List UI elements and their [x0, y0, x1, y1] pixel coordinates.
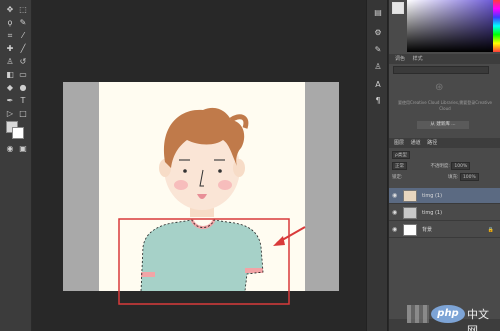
layers-panel-tabs: 图层 通道 路径	[389, 138, 500, 148]
tab-styles[interactable]: 样式	[413, 56, 423, 62]
gradient-tool-icon[interactable]: ▭	[17, 69, 29, 80]
healing-brush-tool-icon[interactable]: ✚	[4, 43, 16, 54]
color-swatch-icon[interactable]	[392, 2, 404, 14]
background-color-swatch[interactable]	[12, 127, 24, 139]
path-selection-tool-icon[interactable]: ▷	[4, 108, 16, 119]
layer-name: timg (1)	[422, 210, 443, 216]
brush-panel-icon[interactable]: ✎	[372, 45, 384, 55]
properties-panel-icon[interactable]: ⚙	[372, 28, 384, 38]
fill-input[interactable]: 100%	[459, 173, 479, 181]
creative-cloud-icon: ⊛	[435, 82, 444, 93]
tab-channels[interactable]: 通道	[411, 140, 421, 146]
eyedropper-tool-icon[interactable]: ⁄	[17, 30, 29, 41]
opacity-label: 不透明度:	[430, 164, 450, 169]
lock-icon: 🔒	[487, 227, 494, 233]
layer-thumbnail	[403, 224, 417, 236]
libraries-message: 要使用Creative Cloud Libraries,需要登录Creative…	[397, 100, 493, 111]
crop-tool-icon[interactable]: ⌗	[4, 30, 16, 41]
brush-tool-icon[interactable]: ╱	[17, 43, 29, 54]
quick-selection-tool-icon[interactable]: ✎	[17, 17, 29, 28]
libraries-button[interactable]: 从 建新库 ...	[417, 121, 469, 129]
fill-label: 填充:	[447, 175, 459, 180]
paragraph-panel-icon[interactable]: ¶	[372, 96, 384, 106]
layer-thumbnail	[403, 207, 417, 219]
php-logo: php	[431, 305, 465, 323]
layer-filter-row: ρ类型	[392, 151, 410, 159]
layer-filter-select[interactable]: ρ类型	[392, 151, 410, 159]
visibility-eye-icon[interactable]: ◉	[392, 188, 400, 204]
quick-mask-icon[interactable]: ◉	[4, 143, 16, 154]
layer-name: 背景	[422, 227, 433, 233]
canvas-workspace	[33, 0, 363, 331]
panel-dock: ▤ ⚙ ✎ ♙ A ¶	[366, 0, 388, 331]
right-panel: 调色 样式 ⊛ 要使用Creative Cloud Libraries,需要登录…	[389, 0, 500, 331]
layer-row[interactable]: ◉ timg (1)	[389, 188, 500, 204]
pen-tool-icon[interactable]: ✒	[4, 95, 16, 106]
blur-tool-icon[interactable]: ◆	[4, 82, 16, 93]
shape-tool-icon[interactable]: □	[17, 108, 29, 119]
layer-row[interactable]: ◉ 背景 🔒	[389, 222, 500, 238]
history-panel-icon[interactable]: ▤	[372, 8, 384, 18]
adjustments-tabs: 调色 样式	[389, 54, 500, 64]
photoshop-window: ✥ ⬚ ϙ ✎ ⌗ ⁄ ✚ ╱ ♙ ↺ ◧ ▭ ◆ ● ✒ T ▷ □ ◉ ▣	[0, 0, 500, 331]
eraser-tool-icon[interactable]: ◧	[4, 69, 16, 80]
pixel-mosaic	[407, 305, 429, 323]
type-tool-icon[interactable]: T	[17, 95, 29, 106]
clone-stamp-tool-icon[interactable]: ♙	[4, 56, 16, 67]
layer-name: timg (1)	[422, 193, 443, 199]
tools-panel: ✥ ⬚ ϙ ✎ ⌗ ⁄ ✚ ╱ ♙ ↺ ◧ ▭ ◆ ● ✒ T ▷ □ ◉ ▣	[0, 0, 32, 331]
opacity-input[interactable]: 100%	[451, 162, 471, 170]
hue-slider[interactable]	[493, 0, 500, 52]
lock-label: 锁定:	[392, 175, 403, 180]
visibility-eye-icon[interactable]: ◉	[392, 205, 400, 221]
clone-source-icon[interactable]: ♙	[372, 62, 384, 72]
blend-row: 正常 不透明度: 100%	[392, 162, 471, 170]
annotation-arrow-head	[273, 236, 285, 246]
lock-row: 锁定: 填充: 100%	[392, 173, 479, 181]
layer-thumbnail	[403, 190, 417, 202]
visibility-eye-icon[interactable]: ◉	[392, 222, 400, 238]
watermark-text: 中文网	[467, 308, 489, 331]
tab-adjustments[interactable]: 调色	[395, 56, 405, 62]
annotation-overlay	[118, 218, 306, 305]
layer-row[interactable]: ◉ timg (1)	[389, 205, 500, 221]
dodge-tool-icon[interactable]: ●	[17, 82, 29, 93]
site-watermark: php 中文网	[407, 303, 495, 331]
color-picker-field[interactable]	[407, 0, 493, 52]
move-tool-icon[interactable]: ✥	[4, 4, 16, 15]
tab-paths[interactable]: 路径	[427, 140, 437, 146]
marquee-tool-icon[interactable]: ⬚	[17, 4, 29, 15]
tab-layers[interactable]: 图层	[394, 140, 404, 146]
history-brush-tool-icon[interactable]: ↺	[17, 56, 29, 67]
character-panel-icon[interactable]: A	[372, 80, 384, 90]
library-select[interactable]	[393, 66, 489, 74]
lasso-tool-icon[interactable]: ϙ	[4, 17, 16, 28]
blend-mode-select[interactable]: 正常	[392, 162, 407, 170]
annotation-box	[118, 218, 290, 305]
screen-mode-icon[interactable]: ▣	[17, 143, 29, 154]
